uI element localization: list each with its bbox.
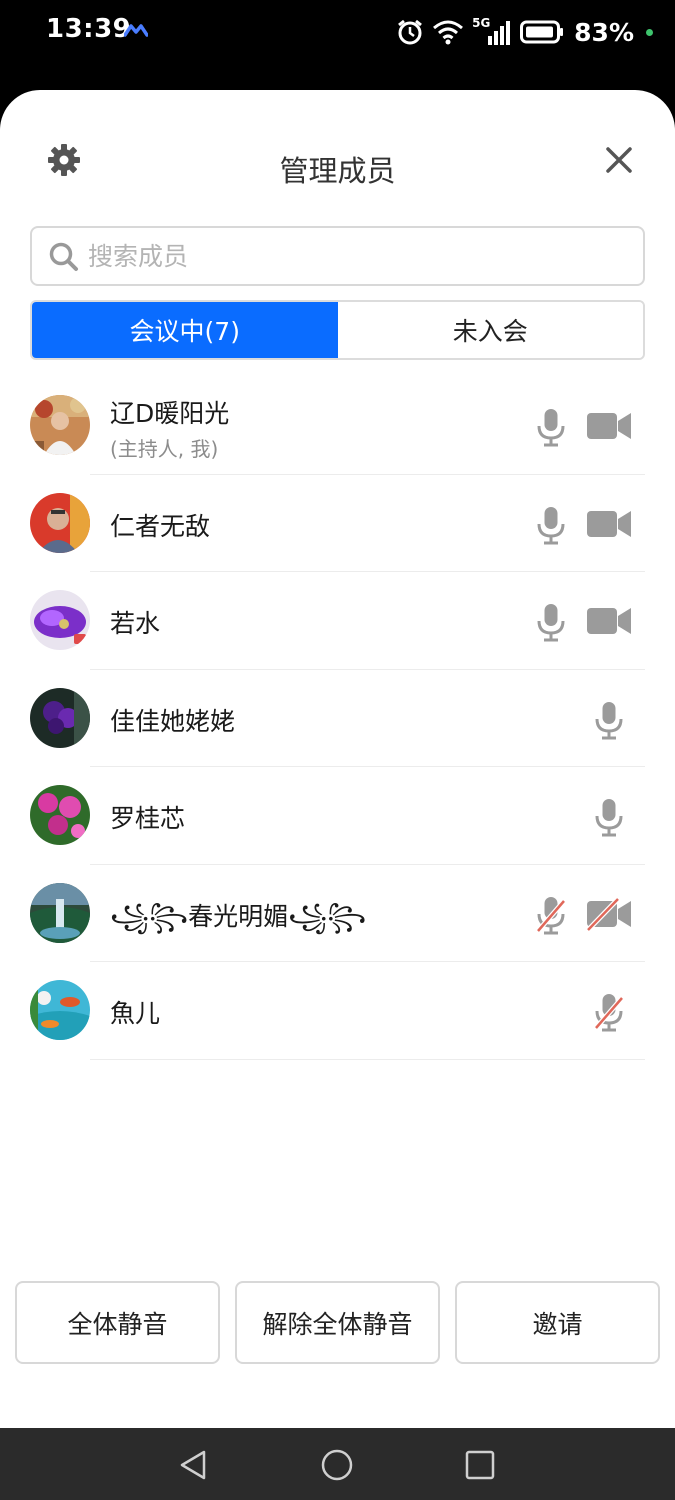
member-role: (主持人, 我) bbox=[110, 437, 219, 461]
avatar bbox=[30, 882, 90, 943]
tab-in-meeting[interactable]: 会议中(7) bbox=[32, 302, 338, 358]
page-title: 管理成员 bbox=[279, 154, 396, 188]
search-input[interactable] bbox=[88, 236, 628, 276]
system-nav-bar bbox=[0, 1428, 675, 1500]
close-icon[interactable] bbox=[603, 144, 635, 176]
status-bar: 13:39 5G 83% bbox=[0, 0, 675, 66]
signal-icon bbox=[488, 21, 511, 45]
sheet-header: 管理成员 bbox=[0, 132, 675, 202]
member-row[interactable]: 仁者无敌 bbox=[0, 475, 675, 573]
avatar bbox=[30, 980, 90, 1040]
microphone-icon[interactable] bbox=[536, 407, 566, 447]
avatar bbox=[30, 785, 90, 845]
microphone-muted-icon[interactable] bbox=[594, 992, 624, 1032]
search-icon bbox=[49, 242, 78, 271]
back-triangle-icon[interactable] bbox=[176, 1448, 210, 1482]
video-camera-icon[interactable] bbox=[586, 604, 632, 638]
microphone-icon[interactable] bbox=[536, 505, 566, 545]
member-name: ꧁꧂春光明媚꧁꧂ bbox=[110, 901, 367, 931]
microphone-muted-icon[interactable] bbox=[536, 895, 566, 935]
member-name: 辽D暖阳光 bbox=[110, 399, 230, 428]
member-row[interactable]: 辽D暖阳光 (主持人, 我) bbox=[0, 377, 675, 475]
avatar bbox=[30, 395, 90, 455]
member-row[interactable]: 佳佳她姥姥 bbox=[0, 670, 675, 768]
unmute-all-button[interactable]: 解除全体静音 bbox=[235, 1281, 440, 1364]
manage-members-sheet: 管理成员 会议中(7) 未入会 辽D暖阳光 (主持 bbox=[0, 90, 675, 1428]
member-name: 若水 bbox=[110, 609, 161, 638]
microphone-icon[interactable] bbox=[594, 700, 624, 740]
microphone-icon[interactable] bbox=[594, 797, 624, 837]
avatar bbox=[30, 687, 90, 748]
avatar bbox=[30, 492, 90, 553]
video-camera-off-icon[interactable] bbox=[586, 896, 632, 931]
video-camera-icon[interactable] bbox=[586, 507, 632, 541]
member-row[interactable]: 罗桂芯 bbox=[0, 767, 675, 865]
tab-not-joined[interactable]: 未入会 bbox=[337, 302, 643, 358]
bottom-actions: 全体静音 解除全体静音 邀请 bbox=[0, 1281, 675, 1365]
avatar bbox=[30, 590, 90, 650]
battery-icon bbox=[520, 20, 564, 44]
status-time: 13:39 bbox=[46, 14, 132, 44]
member-row[interactable]: 魚儿 bbox=[0, 962, 675, 1060]
microphone-icon[interactable] bbox=[536, 602, 566, 642]
member-row[interactable]: 若水 bbox=[0, 572, 675, 670]
invite-button[interactable]: 邀请 bbox=[455, 1281, 660, 1364]
member-name: 罗桂芯 bbox=[110, 804, 186, 833]
home-circle-icon[interactable] bbox=[320, 1448, 354, 1482]
member-name: 佳佳她姥姥 bbox=[110, 706, 236, 736]
member-row[interactable]: ꧁꧂春光明媚꧁꧂ bbox=[0, 865, 675, 963]
member-tabs: 会议中(7) 未入会 bbox=[30, 300, 645, 360]
status-icons: 5G 83% bbox=[396, 14, 653, 50]
search-box[interactable] bbox=[30, 226, 645, 286]
wifi-icon bbox=[433, 20, 464, 45]
battery-percent: 83% bbox=[574, 17, 634, 47]
recents-square-icon[interactable] bbox=[463, 1448, 497, 1482]
app-notification-icon bbox=[124, 24, 148, 37]
alarm-icon bbox=[398, 19, 423, 45]
member-name: 仁者无敌 bbox=[110, 511, 211, 541]
network-type: 5G bbox=[472, 16, 512, 46]
member-list: 辽D暖阳光 (主持人, 我) 仁者无敌 若水 佳佳她姥姥 罗桂芯 ꧁꧂春光明媚꧁… bbox=[0, 377, 675, 1060]
member-name: 魚儿 bbox=[110, 999, 161, 1028]
mute-all-button[interactable]: 全体静音 bbox=[15, 1281, 220, 1364]
battery-indicator-dot bbox=[646, 28, 653, 36]
video-camera-icon[interactable] bbox=[586, 409, 632, 443]
